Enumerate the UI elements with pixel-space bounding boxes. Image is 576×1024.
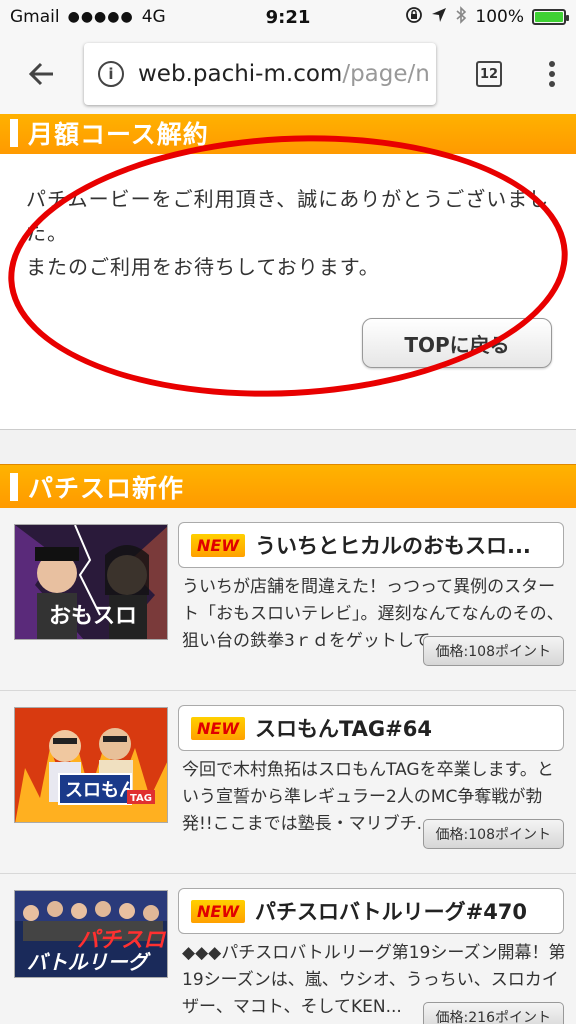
info-icon[interactable]: i — [98, 61, 124, 87]
tabs-button[interactable]: 12 — [450, 34, 528, 114]
battery-icon — [532, 9, 569, 25]
item-title: スロもんTAG#64 — [254, 717, 432, 741]
price-button[interactable]: 価格:108ポイント — [422, 636, 564, 666]
svg-text:スロもん: スロもん — [65, 780, 137, 801]
section-gap — [0, 430, 576, 464]
thumbnail-image[interactable]: スロもん TAG — [14, 707, 168, 823]
list-item[interactable]: おもスロ NEW ういちとヒカルのおもスロ... ういちが店舗を間違えた！っつっ… — [0, 508, 576, 691]
svg-text:おもスロ: おもスロ — [49, 604, 137, 629]
header-accent-bar — [10, 118, 18, 147]
new-badge: NEW — [191, 716, 245, 740]
item-title: パチスロバトルリーグ#470 — [254, 900, 528, 924]
clock: 9:21 — [265, 6, 311, 28]
item-title-box[interactable]: NEW ういちとヒカルのおもスロ... — [178, 522, 564, 568]
network-label: 4G — [141, 7, 166, 27]
status-bar: Gmail ●●●●● 4G 9:21 100% — [0, 0, 576, 34]
list-item[interactable]: スロもん TAG NEW スロもんTAG#64 今回で木村魚拓はスロもんTAGを… — [0, 691, 576, 874]
price-button[interactable]: 価格:216ポイント — [422, 1002, 564, 1024]
tab-count-icon: 12 — [476, 61, 502, 87]
back-button[interactable] — [0, 34, 84, 114]
battery-percent: 100% — [475, 7, 524, 27]
new-badge: NEW — [191, 533, 245, 557]
location-icon — [431, 7, 447, 28]
item-title: ういちとヒカルのおもスロ... — [254, 534, 531, 558]
new-section-title: パチスロ新作 — [28, 473, 185, 503]
cancel-message-line1: パチムービーをご利用頂き、誠にありがとうございました。 — [26, 187, 550, 245]
cancel-section-title: 月額コース解約 — [28, 119, 209, 149]
item-title-box[interactable]: NEW パチスロバトルリーグ#470 — [178, 888, 564, 934]
overflow-menu-button[interactable] — [528, 34, 576, 114]
url-path: /page/n — [342, 61, 430, 87]
page-content: 月額コース解約 パチムービーをご利用頂き、誠にありがとうございました。 またのご… — [0, 114, 576, 1024]
svg-text:TAG: TAG — [130, 793, 152, 804]
price-button[interactable]: 価格:108ポイント — [422, 819, 564, 849]
more-vert-icon — [549, 61, 555, 87]
cancel-message-card: パチムービーをご利用頂き、誠にありがとうございました。 またのご利用をお待ちして… — [0, 121, 576, 430]
back-to-top-button[interactable]: TOPに戻る — [362, 318, 552, 368]
address-bar[interactable]: i web.pachi-m.com/page/n — [84, 43, 436, 105]
header-accent-bar — [10, 472, 18, 501]
arrow-left-icon — [28, 62, 53, 86]
cancel-section-header: 月額コース解約 — [0, 114, 576, 154]
svg-text:バトルリーグ: バトルリーグ — [27, 950, 152, 974]
new-section-header: パチスロ新作 — [0, 464, 576, 508]
url-host: web.pachi-m.com — [138, 61, 343, 87]
new-badge: NEW — [191, 899, 245, 923]
rotation-lock-icon — [405, 6, 423, 29]
carrier-label: Gmail — [10, 7, 60, 27]
thumbnail-image[interactable]: パチスロ バトルリーグ — [14, 890, 168, 978]
thumbnail-image[interactable]: おもスロ — [14, 524, 168, 640]
cancel-message-line2: またのご利用をお待ちしております。 — [26, 255, 380, 279]
cancel-message: パチムービーをご利用頂き、誠にありがとうございました。 またのご利用をお待ちして… — [0, 154, 576, 284]
signal-strength: ●●●●● — [67, 9, 134, 25]
browser-toolbar: i web.pachi-m.com/page/n 12 — [0, 34, 576, 114]
list-item[interactable]: パチスロ バトルリーグ NEW パチスロバトルリーグ#470 ◆◆◆パチスロバト… — [0, 874, 576, 1024]
item-title-box[interactable]: NEW スロもんTAG#64 — [178, 705, 564, 751]
bluetooth-icon — [455, 5, 467, 29]
